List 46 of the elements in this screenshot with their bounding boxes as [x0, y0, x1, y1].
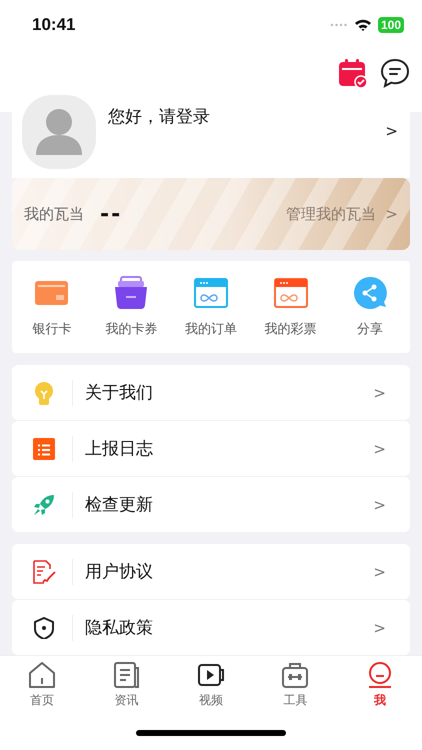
news-icon	[112, 661, 141, 689]
login-prompt[interactable]: 您好，请登录	[108, 105, 210, 128]
chevron-icon: >	[385, 122, 398, 140]
chevron-icon: >	[373, 562, 386, 580]
menu-row[interactable]: 上报日志 >	[12, 421, 410, 476]
avatar-icon	[22, 95, 96, 169]
browser-window-icon	[194, 276, 228, 310]
wifi-icon	[354, 18, 372, 32]
browser-window-icon	[274, 276, 308, 310]
status-time: 10:41	[32, 15, 76, 35]
wallet-label: 我的瓦当	[24, 204, 84, 224]
menu-row[interactable]: 检查更新 >	[12, 477, 410, 532]
battery-level: 100	[378, 17, 404, 33]
chat-icon[interactable]	[380, 58, 410, 88]
chevron-icon: >	[373, 384, 386, 402]
tab-item[interactable]: 工具	[265, 661, 326, 709]
signal-icon	[330, 23, 348, 27]
shortcut-item[interactable]: 分享	[334, 276, 406, 338]
shield-icon	[33, 616, 55, 638]
wallet-value: --	[100, 202, 122, 227]
tab-item[interactable]: 资讯	[96, 661, 157, 709]
menu-row[interactable]: 关于我们 >	[12, 365, 410, 420]
menu-row[interactable]: 隐私政策 >	[12, 600, 410, 655]
rocket-icon	[33, 494, 55, 516]
shortcut-item[interactable]: 银行卡	[16, 276, 88, 338]
tab-item[interactable]: 首页	[12, 661, 72, 709]
list-icon	[33, 438, 55, 460]
chevron-icon: >	[373, 440, 386, 458]
calendar-icon[interactable]	[338, 58, 368, 88]
lightbulb-icon	[34, 380, 54, 404]
shortcut-item[interactable]: 我的彩票	[254, 276, 327, 338]
shortcut-item[interactable]: 我的订单	[174, 276, 247, 338]
home-icon	[28, 661, 56, 689]
menu-row[interactable]: 用户协议 >	[12, 544, 410, 599]
share-icon	[353, 276, 388, 310]
toolbox-icon	[281, 661, 310, 689]
shortcut-item[interactable]: 我的卡券	[95, 276, 168, 338]
signed-document-icon	[32, 560, 56, 584]
wallet-banner[interactable]: 我的瓦当 -- 管理我的瓦当 >	[12, 178, 410, 250]
card-holder-icon	[114, 276, 148, 310]
chevron-icon: >	[373, 496, 386, 514]
tab-item[interactable]: 视频	[180, 661, 241, 709]
chevron-icon: >	[373, 618, 386, 636]
video-icon	[196, 661, 225, 689]
tab-item[interactable]: 我	[350, 661, 410, 709]
profile-card[interactable]: 您好，请登录 >	[12, 95, 410, 178]
